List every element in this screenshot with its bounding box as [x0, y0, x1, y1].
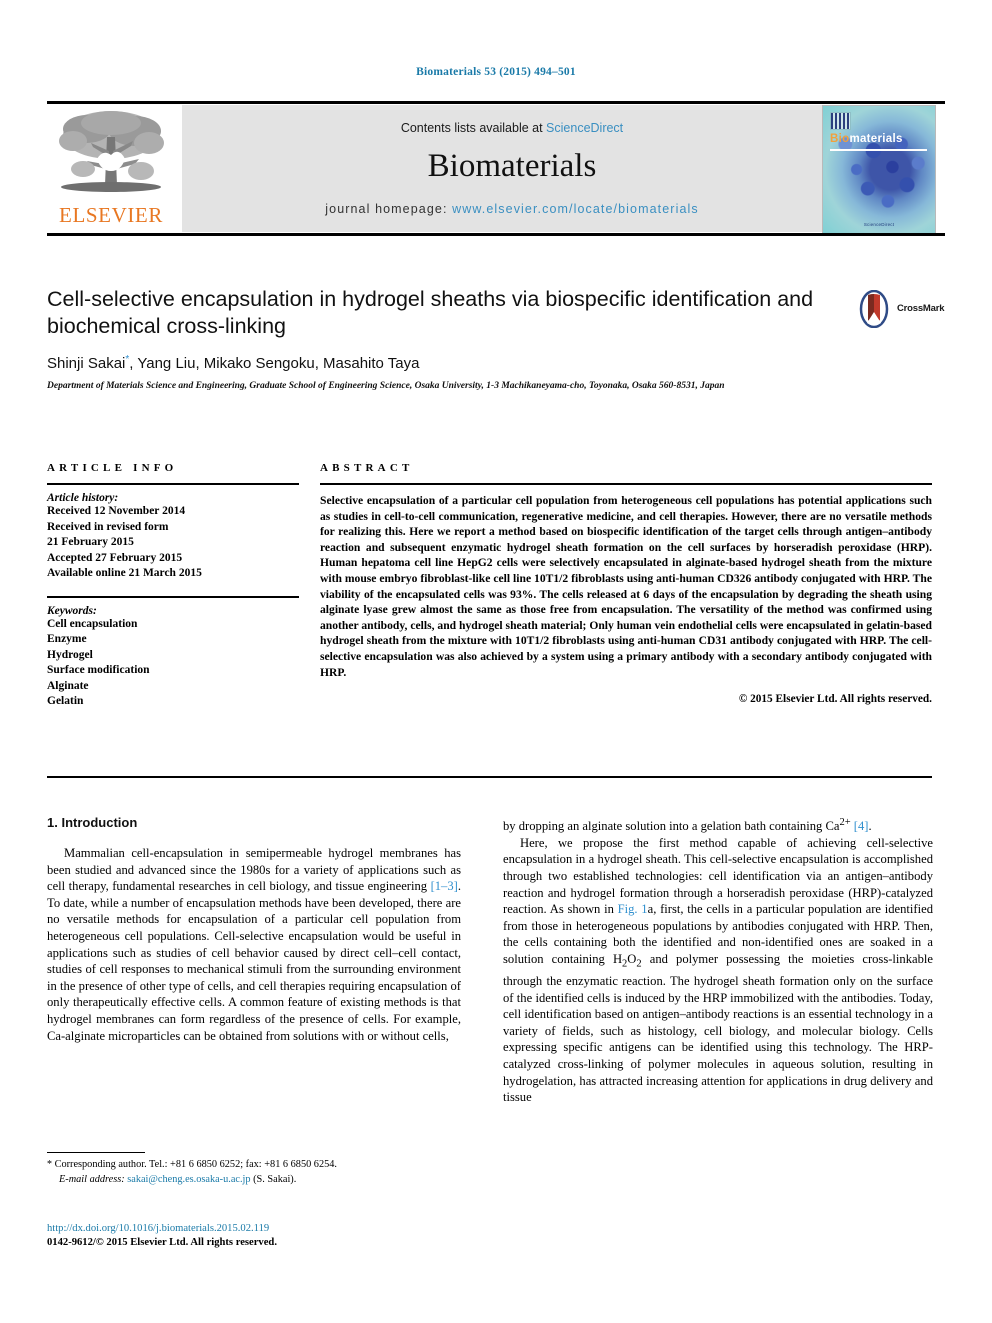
elsevier-tree-icon	[59, 111, 164, 192]
page-title: Cell-selective encapsulation in hydrogel…	[47, 287, 814, 338]
email-owner: (S. Sakai).	[250, 1173, 297, 1185]
cover-title: Biomaterials	[830, 133, 903, 145]
article-history-label: Article history:	[47, 492, 119, 504]
running-head: Biomaterials 53 (2015) 494–501	[416, 66, 576, 78]
author-corresponding: Shinji Sakai	[47, 355, 126, 372]
masthead-bottom-rule	[47, 233, 945, 236]
contents-available-line: Contents lists available at ScienceDirec…	[182, 121, 842, 135]
figure-ref-fig1[interactable]: Fig. 1	[618, 902, 648, 916]
citation-ref-1-3[interactable]: [1–3]	[431, 879, 458, 893]
masthead-top-rule	[47, 101, 945, 104]
body-column-left: 1. Introduction Mammalian cell-encapsula…	[47, 815, 461, 1044]
keyword-item: Alginate	[47, 679, 89, 692]
elsevier-wordmark: ELSEVIER	[59, 203, 163, 227]
article-info-divider	[47, 483, 299, 485]
title-block: Cell-selective encapsulation in hydrogel…	[47, 286, 837, 393]
cover-society-badge-icon	[830, 112, 851, 130]
issn-copyright-line: 0142-9612/© 2015 Elsevier Ltd. All right…	[47, 1237, 277, 1248]
history-line: Received 12 November 2014	[47, 505, 186, 517]
keyword-item: Enzyme	[47, 633, 87, 645]
email-link[interactable]: sakai@cheng.es.osaka-u.ac.jp	[127, 1174, 250, 1185]
author-list: Shinji Sakai*, Yang Liu, Mikako Sengoku,…	[47, 354, 837, 372]
abstract-bottom-rule	[47, 776, 932, 778]
homepage-prefix: journal homepage:	[325, 202, 453, 216]
paragraph-intro-1: Mammalian cell-encapsulation in semiperm…	[47, 845, 461, 1044]
homepage-link[interactable]: www.elsevier.com/locate/biomaterials	[452, 202, 699, 216]
journal-title: Biomaterials	[427, 148, 597, 184]
abstract-heading: ABSTRACT	[320, 462, 414, 474]
body-column-right: by dropping an alginate solution into a …	[503, 815, 933, 1106]
keyword-item: Cell encapsulation	[47, 617, 138, 630]
doi-block: http://dx.doi.org/10.1016/j.biomaterials…	[47, 1222, 477, 1250]
paper-page: Biomaterials 53 (2015) 494–501 ELSEVIER …	[0, 0, 992, 1323]
history-line: Received in revised form	[47, 520, 169, 533]
paragraph-continued: by dropping an alginate solution into a …	[503, 815, 933, 835]
paragraph-intro-2: Here, we propose the first method capabl…	[503, 835, 933, 1106]
citation-ref-4[interactable]: [4]	[854, 819, 869, 833]
copyright-line: © 2015 Elsevier Ltd. All rights reserved…	[738, 693, 932, 706]
footnote-rule	[47, 1152, 145, 1153]
keyword-item: Gelatin	[47, 695, 84, 707]
elsevier-logo: ELSEVIER	[47, 105, 175, 233]
article-info-heading: ARTICLE INFO	[47, 462, 178, 474]
history-line: Available online 21 March 2015	[47, 567, 202, 579]
cover-title-materials: materials	[849, 133, 903, 145]
author-others: , Yang Liu, Mikako Sengoku, Masahito Tay…	[129, 355, 420, 372]
history-line: 21 February 2015	[47, 536, 134, 548]
cover-footer-text: ScienceDirect	[863, 222, 895, 227]
crossmark-badge[interactable]: CrossMark	[855, 290, 945, 330]
footnote-contact: Corresponding author. Tel.: +81 6 6850 6…	[52, 1159, 337, 1170]
cont-text-b: .	[868, 819, 872, 834]
keyword-item: Surface modification	[47, 664, 150, 676]
keywords-divider	[47, 595, 299, 598]
keywords-label: Keywords:	[47, 604, 97, 617]
doi-link[interactable]: http://dx.doi.org/10.1016/j.biomaterials…	[47, 1222, 477, 1236]
sciencedirect-link[interactable]: ScienceDirect	[546, 121, 623, 135]
cover-title-bio: Bio	[830, 133, 850, 145]
intro-text-b: . To date, while a number of encapsulati…	[47, 879, 461, 1043]
cover-underline	[830, 149, 927, 151]
journal-masthead: ELSEVIER Contents lists available at Sci…	[47, 101, 945, 236]
footnote-corresponding-author: * Corresponding author. Tel.: +81 6 6850…	[47, 1158, 477, 1187]
email-address-label: E-mail address:	[59, 1173, 125, 1185]
intro2-text-d: and polymer possessing the moieties cros…	[503, 951, 933, 1105]
crossmark-icon	[859, 290, 889, 328]
intro-text-a: Mammalian cell-encapsulation in semiperm…	[47, 846, 461, 894]
keyword-item: Hydrogel	[47, 648, 93, 661]
charge-superscript: 2+	[839, 817, 851, 828]
abstract-column: ABSTRACT Selective encapsulation of a pa…	[320, 462, 932, 705]
section-heading-introduction: 1. Introduction	[47, 815, 138, 830]
abstract-text: Selective encapsulation of a particular …	[320, 494, 932, 679]
journal-cover-thumbnail: Biomaterials ScienceDirect	[822, 105, 936, 234]
contents-prefix: Contents lists available at	[400, 121, 547, 135]
cont-text-a: by dropping an alginate solution into a …	[503, 819, 840, 834]
crossmark-label: CrossMark	[897, 303, 945, 314]
abstract-divider	[320, 483, 932, 485]
affiliation: Department of Materials Science and Engi…	[47, 381, 725, 391]
article-info-column: ARTICLE INFO Article history: Received 1…	[47, 462, 299, 710]
masthead-center-panel: Contents lists available at ScienceDirec…	[182, 105, 842, 232]
history-line: Accepted 27 February 2015	[47, 551, 183, 564]
journal-homepage-line: journal homepage: www.elsevier.com/locat…	[182, 202, 842, 216]
